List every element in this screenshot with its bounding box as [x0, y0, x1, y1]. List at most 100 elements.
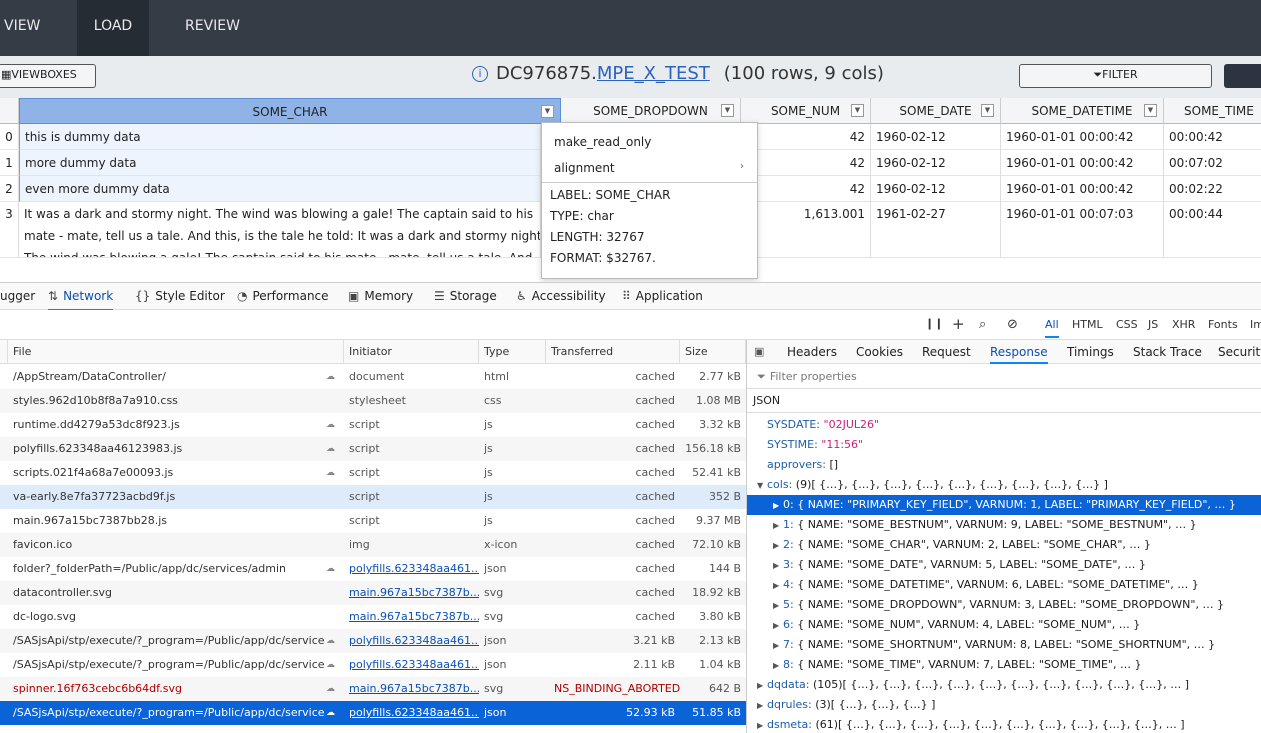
column-header-size[interactable]: Size	[680, 340, 746, 364]
expand-right-icon[interactable]: ▶	[773, 536, 783, 556]
grid-cell[interactable]: 1960-01-01 00:00:42	[1001, 150, 1164, 176]
json-line[interactable]: ▶ 2: { NAME: "SOME_CHAR", VARNUM: 2, LABE…	[747, 535, 1261, 555]
filter-css[interactable]: CSS	[1116, 318, 1138, 331]
tab-stack-trace[interactable]: Stack Trace	[1133, 340, 1202, 364]
json-line[interactable]: ▶ 4: { NAME: "SOME_DATETIME", VARNUM: 6, …	[747, 575, 1261, 595]
column-header-some-dropdown[interactable]: SOME_DROPDOWN ▼	[561, 98, 741, 124]
request-initiator[interactable]: polyfills.623348aa461...	[344, 701, 479, 725]
json-line[interactable]: ▼ cols: (9)[ {…}, {…}, {…}, {…}, {…}, {…}…	[747, 475, 1261, 495]
expand-right-icon[interactable]: ▶	[757, 676, 767, 696]
request-initiator[interactable]: polyfills.623348aa461...	[344, 557, 479, 581]
request-initiator[interactable]: polyfills.623348aa461...	[344, 629, 479, 653]
tab-storage[interactable]: ☰ Storage	[434, 283, 497, 310]
grid-cell[interactable]: 1960-02-12	[871, 150, 1001, 176]
tab-response[interactable]: Response	[990, 340, 1048, 364]
table-link[interactable]: MPE_X_TEST	[597, 63, 710, 84]
tab-application[interactable]: ⠿ Application	[622, 283, 703, 310]
tab-performance[interactable]: ◔ Performance	[237, 283, 329, 310]
request-row[interactable]: /SASjsApi/stp/execute/?_program=/Public/…	[0, 653, 746, 677]
chevron-down-icon[interactable]: ▼	[541, 105, 554, 118]
chevron-down-icon[interactable]: ▼	[721, 104, 734, 117]
filter-all[interactable]: All	[1045, 318, 1059, 338]
chevron-down-icon[interactable]: ▼	[1144, 104, 1157, 117]
json-line[interactable]: ▶ 5: { NAME: "SOME_DROPDOWN", VARNUM: 3, …	[747, 595, 1261, 615]
column-header-transferred[interactable]: Transferred	[546, 340, 680, 364]
grid-cell[interactable]: 42	[758, 124, 871, 150]
tab-cookies[interactable]: Cookies	[856, 340, 903, 364]
filter-fonts[interactable]: Fonts	[1208, 318, 1238, 331]
menu-item-make-read-only[interactable]: make_read_only	[554, 135, 651, 149]
request-row[interactable]: va-early.8e7fa37723acbd9f.js script js cach…	[0, 485, 746, 509]
request-row[interactable]: /SASjsApi/stp/execute/?_program=/Public/…	[0, 701, 746, 725]
search-icon[interactable]: ⌕	[979, 317, 986, 332]
grid-cell[interactable]: 1960-02-12	[871, 176, 1001, 202]
grid-cell[interactable]: even more dummy data	[19, 176, 541, 202]
tab-timings[interactable]: Timings	[1067, 340, 1114, 364]
expand-right-icon[interactable]: ▶	[757, 696, 767, 716]
column-header-some-date[interactable]: SOME_DATE ▼	[871, 98, 1001, 124]
chevron-down-icon[interactable]: ▼	[851, 104, 864, 117]
grid-cell[interactable]: 1960-01-01 00:07:03	[1001, 202, 1164, 258]
expand-down-icon[interactable]: ▼	[757, 476, 767, 496]
grid-cell[interactable]: this is dummy data	[19, 124, 541, 150]
request-row[interactable]: polyfills.623348aa46123983.js ☁ script js ca…	[0, 437, 746, 461]
request-row[interactable]: main.967a15bc7387bb28.js script js cached 9.…	[0, 509, 746, 533]
expand-right-icon[interactable]: ▶	[757, 716, 767, 733]
info-icon[interactable]: i	[472, 66, 488, 82]
column-header-file[interactable]: File	[8, 340, 344, 364]
expand-right-icon[interactable]: ▶	[773, 556, 783, 576]
tab-headers[interactable]: Headers	[787, 340, 837, 364]
grid-cell[interactable]: 1,613.001	[758, 202, 871, 258]
block-icon[interactable]: ⊘	[1007, 317, 1018, 332]
toggle-sidebar-icon[interactable]: ▣	[754, 340, 764, 364]
grid-cell[interactable]: 00:07:02	[1164, 150, 1261, 176]
grid-cell[interactable]: 42	[758, 150, 871, 176]
json-line[interactable]: approvers: []	[747, 455, 1261, 475]
request-row[interactable]: styles.962d10b8f8a7a910.css stylesheet css…	[0, 389, 746, 413]
tab-style-editor[interactable]: {} Style Editor	[135, 283, 225, 310]
request-row[interactable]: favicon.ico img x-icon cached 72.10 kB	[0, 533, 746, 557]
grid-cell[interactable]: 1960-01-01 00:00:42	[1001, 176, 1164, 202]
action-button[interactable]	[1224, 64, 1261, 88]
filter-properties-input[interactable]: ⏷ Filter properties	[747, 364, 1261, 389]
expand-right-icon[interactable]: ▶	[773, 576, 783, 596]
column-header-some-datetime[interactable]: SOME_DATETIME ▼	[1001, 98, 1164, 124]
json-line[interactable]: ▶ 1: { NAME: "SOME_BESTNUM", VARNUM: 9, L…	[747, 515, 1261, 535]
column-header-initiator[interactable]: Initiator	[344, 340, 479, 364]
request-row[interactable]: scripts.021f4a68a7e00093.js ☁ script js cach…	[0, 461, 746, 485]
expand-right-icon[interactable]: ▶	[773, 636, 783, 656]
json-line[interactable]: SYSDATE: "02JUL26"	[747, 415, 1261, 435]
filter-button[interactable]: ⏷FILTER	[1019, 64, 1212, 88]
request-initiator[interactable]: main.967a15bc7387b...	[344, 581, 479, 605]
json-line[interactable]: SYSTIME: "11:56"	[747, 435, 1261, 455]
pause-icon[interactable]: ❙❙	[925, 317, 943, 330]
grid-cell[interactable]: 00:00:42	[1164, 124, 1261, 150]
expand-right-icon[interactable]: ▶	[773, 496, 783, 516]
json-line[interactable]: ▶ 6: { NAME: "SOME_NUM", VARNUM: 4, LABEL…	[747, 615, 1261, 635]
column-header-some-time[interactable]: SOME_TIME	[1164, 98, 1261, 124]
filter-html[interactable]: HTML	[1072, 318, 1103, 331]
json-line[interactable]: ▶ dsmeta: (61)[ {…}, {…}, {…}, {…}, {…}, …	[747, 715, 1261, 733]
filter-xhr[interactable]: XHR	[1172, 318, 1195, 331]
request-initiator[interactable]: main.967a15bc7387b...	[344, 677, 479, 701]
grid-cell-long-text[interactable]: It was a dark and stormy night. The wind…	[19, 202, 541, 258]
tab-request[interactable]: Request	[922, 340, 971, 364]
tab-accessibility[interactable]: ♿ Accessibility	[516, 283, 606, 310]
expand-right-icon[interactable]: ▶	[773, 616, 783, 636]
grid-cell[interactable]: more dummy data	[19, 150, 541, 176]
grid-cell[interactable]: 00:02:22	[1164, 176, 1261, 202]
json-line[interactable]: ▶ dqrules: (3)[ {…}, {…}, {…} ]	[747, 695, 1261, 715]
nav-tab-load[interactable]: LOAD	[77, 0, 149, 56]
grid-cell[interactable]: 42	[758, 176, 871, 202]
request-row[interactable]: spinner.16f763cebc6b64df.svg ☁ main.967a15…	[0, 677, 746, 701]
json-section-header[interactable]: JSON	[747, 389, 1261, 413]
plus-icon[interactable]: +	[952, 315, 965, 333]
menu-item-alignment[interactable]: alignment ›	[554, 161, 744, 175]
json-line[interactable]: ▶ 7: { NAME: "SOME_SHORTNUM", VARNUM: 8, …	[747, 635, 1261, 655]
chevron-down-icon[interactable]: ▼	[981, 104, 994, 117]
expand-right-icon[interactable]: ▶	[773, 596, 783, 616]
column-header-some-char[interactable]: SOME_CHAR ▼	[19, 98, 561, 124]
grid-cell[interactable]: 1961-02-27	[871, 202, 1001, 258]
expand-right-icon[interactable]: ▶	[773, 516, 783, 536]
nav-tab-view[interactable]: VIEW	[4, 0, 64, 56]
